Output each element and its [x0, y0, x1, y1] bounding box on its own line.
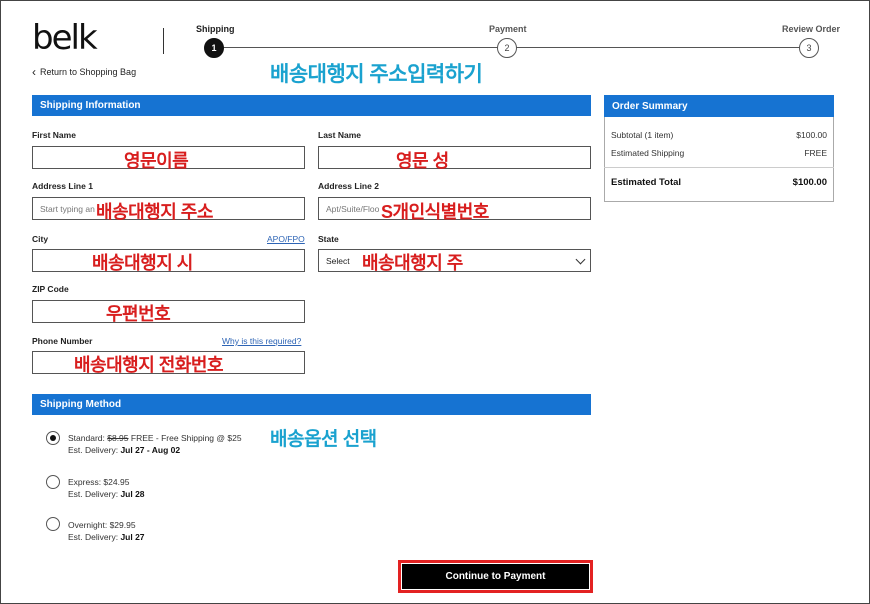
overnight-delivery-label: Est. Delivery: — [68, 532, 121, 542]
address1-annotation: 배송대행지 주소 — [96, 202, 213, 222]
zip-label: ZIP Code — [32, 284, 69, 294]
zip-annotation: 우편번호 — [106, 304, 171, 324]
estimated-total-label: Estimated Total — [611, 177, 682, 188]
express-price: Express: $24.95 — [68, 477, 130, 487]
last-name-input[interactable] — [318, 146, 591, 169]
radio-standard[interactable] — [46, 431, 60, 445]
return-link-label: Return to Shopping Bag — [40, 67, 137, 77]
chevron-down-icon — [575, 254, 586, 265]
return-to-bag-link[interactable]: ‹ Return to Shopping Bag — [32, 64, 137, 79]
order-summary-header: Order Summary — [604, 95, 834, 117]
shipping-option-overnight[interactable]: Overnight: $29.95 Est. Delivery: Jul 27 — [68, 519, 145, 543]
first-name-label: First Name — [32, 130, 76, 140]
overlay-title-annotation: 배송대행지 주소입력하기 — [270, 63, 483, 86]
state-select-value: Select — [326, 255, 350, 266]
shipping-method-annotation: 배송옵션 선택 — [270, 429, 377, 450]
address1-label: Address Line 1 — [32, 181, 93, 191]
estimated-total-value: $100.00 — [792, 177, 827, 188]
radio-express[interactable] — [46, 475, 60, 489]
express-delivery-label: Est. Delivery: — [68, 489, 121, 499]
step-circle-shipping: 1 — [204, 38, 224, 58]
subtotal-row: Subtotal (1 item) $100.00 — [611, 130, 827, 140]
address1-placeholder: Start typing an — [40, 203, 95, 214]
phone-label: Phone Number — [32, 336, 93, 346]
radio-overnight[interactable] — [46, 517, 60, 531]
shipping-option-express[interactable]: Express: $24.95 Est. Delivery: Jul 28 — [68, 476, 145, 500]
step-circle-review: 3 — [799, 38, 819, 58]
address2-label: Address Line 2 — [318, 181, 379, 191]
last-name-annotation: 영문 성 — [396, 151, 449, 171]
city-label: City — [32, 234, 49, 244]
phone-annotation: 배송대행지 전화번호 — [74, 355, 224, 375]
standard-prefix: Standard: — [68, 433, 108, 443]
chevron-left-icon: ‹ — [32, 64, 36, 79]
estimated-shipping-label: Estimated Shipping — [611, 148, 685, 158]
estimated-shipping-value: FREE — [804, 148, 827, 158]
continue-to-payment-button[interactable]: Continue to Payment — [402, 564, 589, 589]
overnight-delivery-date: Jul 27 — [120, 532, 145, 542]
total-row: Estimated Total $100.00 — [611, 177, 827, 188]
standard-delivery-label: Est. Delivery: — [68, 445, 121, 455]
step-circle-payment: 2 — [497, 38, 517, 58]
shipping-info-header: Shipping Information — [32, 95, 591, 116]
city-annotation: 배송대행지 시 — [92, 253, 193, 273]
step-label-shipping: Shipping — [196, 24, 235, 34]
belk-logo[interactable]: belk — [32, 18, 98, 58]
standard-suffix: FREE - Free Shipping @ $25 — [128, 433, 242, 443]
first-name-annotation: 영문이름 — [124, 151, 189, 171]
overnight-price: Overnight: $29.95 — [68, 520, 136, 530]
last-name-label: Last Name — [318, 130, 361, 140]
address2-placeholder: Apt/Suite/Floo — [326, 203, 380, 214]
express-delivery-date: Jul 28 — [120, 489, 145, 499]
standard-delivery-date: Jul 27 - Aug 02 — [120, 445, 181, 455]
shipping-cost-row: Estimated Shipping FREE — [611, 148, 827, 158]
standard-old-price: $8.95 — [107, 433, 129, 443]
shipping-option-standard[interactable]: Standard: $8.95 FREE - Free Shipping @ $… — [68, 432, 242, 456]
shipping-method-header: Shipping Method — [32, 394, 591, 415]
logo-divider — [163, 28, 164, 54]
apo-fpo-link[interactable]: APO/FPO — [267, 234, 305, 244]
summary-divider — [604, 167, 834, 168]
state-label: State — [318, 234, 339, 244]
step-label-review: Review Order — [782, 24, 841, 34]
step-label-payment: Payment — [489, 24, 527, 34]
state-annotation: 배송대행지 주 — [362, 253, 463, 273]
subtotal-label: Subtotal (1 item) — [611, 130, 674, 140]
why-required-link[interactable]: Why is this required? — [222, 336, 301, 346]
address2-annotation: S개인식별번호 — [381, 202, 489, 222]
subtotal-value: $100.00 — [796, 130, 827, 140]
